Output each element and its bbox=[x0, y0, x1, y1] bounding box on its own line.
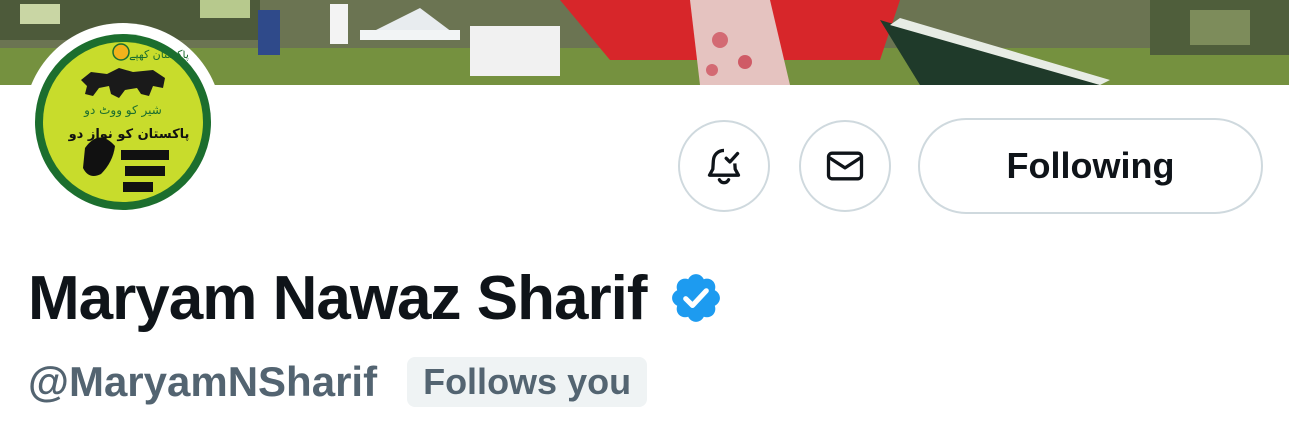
profile-handle-row: @MaryamNSharif Follows you bbox=[28, 352, 648, 412]
avatar-text-top: پاکستان کھپے bbox=[129, 48, 189, 61]
following-button-label: Following bbox=[1006, 145, 1175, 186]
follows-you-badge: Follows you bbox=[407, 357, 648, 407]
avatar-logo: پاکستان کھپے شیر کو ووٹ دو پاکستان کو نو… bbox=[29, 28, 217, 216]
bell-check-icon bbox=[707, 148, 741, 185]
profile-name-row: Maryam Nawaz Sharif bbox=[28, 258, 724, 338]
avatar-text-main: پاکستان کو نواز دو bbox=[68, 127, 190, 142]
notifications-button[interactable] bbox=[678, 120, 770, 212]
user-handle: @MaryamNSharif bbox=[28, 358, 378, 405]
following-button[interactable]: Following bbox=[918, 118, 1263, 214]
avatar[interactable]: پاکستان کھپے شیر کو ووٹ دو پاکستان کو نو… bbox=[29, 28, 217, 216]
avatar-text-slogan: شیر کو ووٹ دو bbox=[83, 103, 162, 118]
display-name: Maryam Nawaz Sharif bbox=[28, 263, 647, 333]
envelope-icon bbox=[826, 151, 864, 181]
avatar-container[interactable]: پاکستان کھپے شیر کو ووٹ دو پاکستان کو نو… bbox=[24, 23, 222, 221]
message-button[interactable] bbox=[799, 120, 891, 212]
verified-badge-icon[interactable] bbox=[668, 270, 724, 331]
